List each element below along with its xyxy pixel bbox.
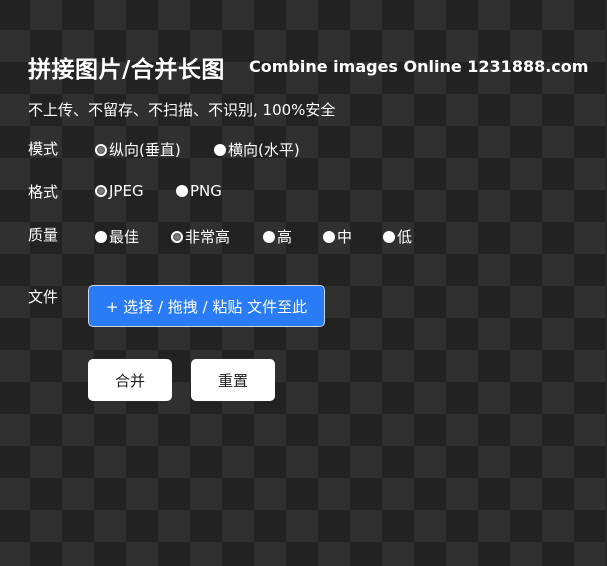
quality-option-low[interactable]: 低 — [383, 226, 412, 247]
format-label: 格式 — [28, 183, 59, 201]
radio-jpeg[interactable] — [95, 185, 107, 197]
quality-option-very-high[interactable]: 非常高 — [171, 226, 230, 247]
format-option-jpeg[interactable]: JPEG — [95, 182, 144, 200]
mode-option-vertical[interactable]: 纵向(垂直) — [95, 139, 181, 160]
mode-label: 模式 — [28, 140, 59, 158]
radio-low[interactable] — [383, 230, 395, 243]
file-label: 文件 — [28, 288, 59, 306]
quality-option-label: 低 — [397, 228, 413, 246]
quality-label: 质量 — [28, 226, 59, 244]
quality-option-label: 最佳 — [109, 228, 140, 246]
privacy-notice: 不上传、不留存、不扫描、不识别, 100%安全 — [28, 101, 336, 119]
radio-best[interactable] — [95, 230, 107, 243]
merge-button[interactable]: 合并 — [88, 359, 172, 401]
format-option-label: JPEG — [109, 182, 144, 200]
page-subtitle: Combine images Online 1231888.com — [249, 57, 589, 76]
mode-option-horizontal[interactable]: 横向(水平) — [214, 139, 300, 160]
quality-option-label: 中 — [337, 228, 353, 246]
reset-button[interactable]: 重置 — [191, 359, 275, 401]
quality-option-best[interactable]: 最佳 — [95, 226, 139, 247]
quality-option-medium[interactable]: 中 — [323, 226, 352, 247]
select-file-button[interactable]: + 选择 / 拖拽 / 粘贴 文件至此 — [88, 285, 325, 327]
mode-option-label: 横向(水平) — [228, 141, 300, 159]
format-option-label: PNG — [190, 182, 222, 200]
quality-option-label: 非常高 — [185, 228, 231, 246]
quality-option-label: 高 — [277, 228, 293, 246]
radio-horizontal[interactable] — [214, 143, 226, 156]
mode-option-label: 纵向(垂直) — [109, 141, 181, 159]
radio-medium[interactable] — [323, 230, 335, 243]
quality-option-high[interactable]: 高 — [263, 226, 292, 247]
format-option-png[interactable]: PNG — [176, 182, 222, 200]
radio-high[interactable] — [263, 230, 275, 243]
radio-very-high[interactable] — [171, 230, 183, 243]
radio-vertical[interactable] — [95, 143, 107, 156]
radio-png[interactable] — [176, 185, 188, 197]
page-title: 拼接图片/合并长图 — [28, 57, 225, 83]
